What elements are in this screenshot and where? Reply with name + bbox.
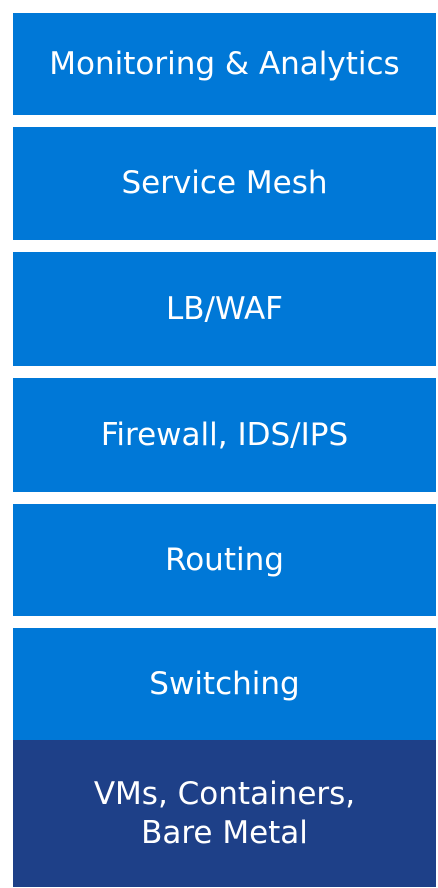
layer-lb-waf: LB/WAF [13, 252, 436, 366]
layer-monitoring-analytics: Monitoring & Analytics [13, 13, 436, 115]
layer-label: VMs, Containers, Bare Metal [93, 775, 356, 851]
layer-switching: Switching [13, 628, 436, 740]
layer-label: Routing [165, 541, 284, 578]
layer-label: Service Mesh [121, 165, 328, 202]
layer-firewall-ids-ips: Firewall, IDS/IPS [13, 378, 436, 492]
layer-label: Monitoring & Analytics [49, 45, 400, 82]
layer-routing: Routing [13, 504, 436, 616]
layer-label: Switching [149, 665, 300, 702]
layer-vms-containers-bare-metal: VMs, Containers, Bare Metal [13, 740, 436, 887]
layer-service-mesh: Service Mesh [13, 127, 436, 240]
network-stack-diagram: Monitoring & Analytics Service Mesh LB/W… [0, 0, 438, 888]
layer-label: Firewall, IDS/IPS [100, 416, 349, 453]
layer-label: LB/WAF [166, 290, 283, 327]
